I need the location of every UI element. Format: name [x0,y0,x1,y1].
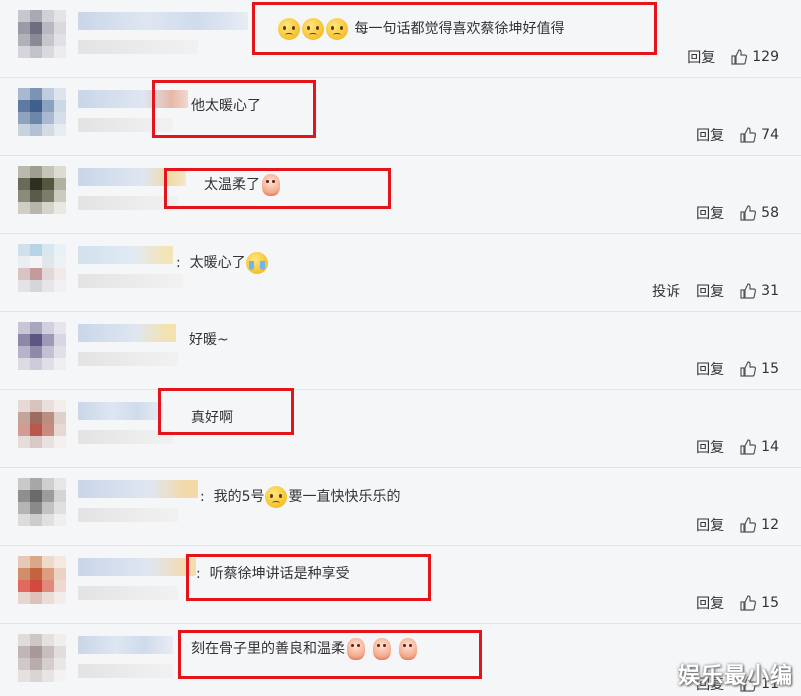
reply-button[interactable]: 回复 [696,437,724,457]
colon-separator: : [176,255,190,271]
like-count: 74 [761,127,779,143]
comment-actions: 回复 15 [696,359,779,379]
username-blurred [78,118,173,132]
like-button[interactable]: 58 [740,205,779,221]
comment-text: : 太暖心了 [176,252,268,274]
comment-actions: 回复 129 [687,47,779,67]
comment-text: 刻在骨子里的善良和温柔 [191,638,417,660]
thumbs-up-icon [740,517,757,533]
username-blurred[interactable] [78,402,163,420]
comment-item: 好暖~ 回复 15 [0,312,801,390]
pleading-emoji-icon [302,18,324,40]
avatar[interactable] [18,10,66,58]
like-button[interactable]: 31 [740,283,779,299]
like-count: 31 [761,283,779,299]
thumbs-up-icon [740,439,757,455]
like-button[interactable]: 15 [740,361,779,377]
like-count: 15 [761,361,779,377]
report-button[interactable]: 投诉 [652,281,680,301]
reply-button[interactable]: 回复 [696,515,724,535]
avatar[interactable] [18,634,66,682]
comment-item: : 听蔡徐坤讲话是种享受 回复 15 [0,546,801,624]
avatar[interactable] [18,322,66,370]
username-blurred[interactable] [78,480,198,498]
username-blurred[interactable] [78,558,196,576]
reply-button[interactable]: 回复 [696,593,724,613]
comment-item: 真好啊 回复 14 [0,388,801,468]
avatar[interactable] [18,556,66,604]
crying-emoji-icon [245,252,268,274]
reply-button[interactable]: 回复 [687,47,715,67]
comment-item: 太温柔了 回复 58 [0,156,801,234]
comment-item: : 太暖心了 投诉 回复 31 [0,234,801,312]
comment-text: : 听蔡徐坤讲话是种享受 [196,566,350,582]
mascot-sticker-icon [399,638,417,660]
pleading-emoji-icon [264,486,287,508]
username-blurred[interactable] [78,90,188,108]
comment-item: 他太暖心了 回复 74 [0,78,801,156]
comment-text: : 我的5号 要一直快快乐乐的 [200,486,401,508]
like-button[interactable]: 12 [740,517,779,533]
comment-text: 他太暖心了 [191,98,261,114]
comment-item: : 我的5号 要一直快快乐乐的 回复 12 [0,468,801,546]
reply-button[interactable]: 回复 [696,359,724,379]
avatar[interactable] [18,88,66,136]
mascot-sticker-icon [347,638,365,660]
like-button[interactable]: 74 [740,127,779,143]
comment-actions: 回复 14 [696,437,779,457]
thumbs-up-icon [740,595,757,611]
like-count: 15 [761,595,779,611]
thumbs-up-icon [731,49,748,65]
comment-item: 每一句话都觉得喜欢蔡徐坤好值得 回复 129 [0,0,801,78]
comment-actions: 回复 74 [696,125,779,145]
thumbs-up-icon [740,361,757,377]
like-button[interactable]: 14 [740,439,779,455]
username-blurred [78,664,173,678]
username-blurred [78,274,183,288]
username-blurred [78,40,198,54]
comment-text: 真好啊 [191,410,233,426]
avatar[interactable] [18,166,66,214]
username-blurred [78,352,178,366]
username-blurred [78,196,178,210]
mascot-sticker-icon [373,638,391,660]
comment-actions: 回复 58 [696,203,779,223]
pleading-emoji-icon [326,18,348,40]
comment-actions: 回复 15 [696,593,779,613]
pleading-emoji-icon [278,18,300,40]
watermark: 娱乐最小编 [677,664,793,689]
avatar[interactable] [18,244,66,292]
mascot-sticker-icon [262,174,280,196]
avatar[interactable] [18,478,66,526]
username-blurred [78,586,178,600]
thumbs-up-icon [740,205,757,221]
like-count: 14 [761,439,779,455]
username-blurred[interactable] [78,168,186,186]
thumbs-up-icon [740,127,757,143]
like-button[interactable]: 129 [731,49,779,65]
username-blurred [78,508,178,522]
comment-text: 好暖~ [189,332,229,348]
username-blurred[interactable] [78,12,248,30]
like-button[interactable]: 15 [740,595,779,611]
username-blurred[interactable] [78,246,173,264]
comment-text: 太温柔了 [204,174,280,196]
comment-text: 每一句话都觉得喜欢蔡徐坤好值得 [278,18,564,40]
colon-separator: : [200,489,214,505]
avatar[interactable] [18,400,66,448]
thumbs-up-icon [740,283,757,299]
like-count: 129 [752,49,779,65]
reply-button[interactable]: 回复 [696,125,724,145]
comment-actions: 回复 12 [696,515,779,535]
reply-button[interactable]: 回复 [696,281,724,301]
comment-actions: 投诉 回复 31 [652,281,779,301]
username-blurred [78,430,173,444]
reply-button[interactable]: 回复 [696,203,724,223]
like-count: 12 [761,517,779,533]
username-blurred[interactable] [78,324,176,342]
username-blurred[interactable] [78,636,173,654]
like-count: 58 [761,205,779,221]
colon-separator: : [196,566,210,582]
